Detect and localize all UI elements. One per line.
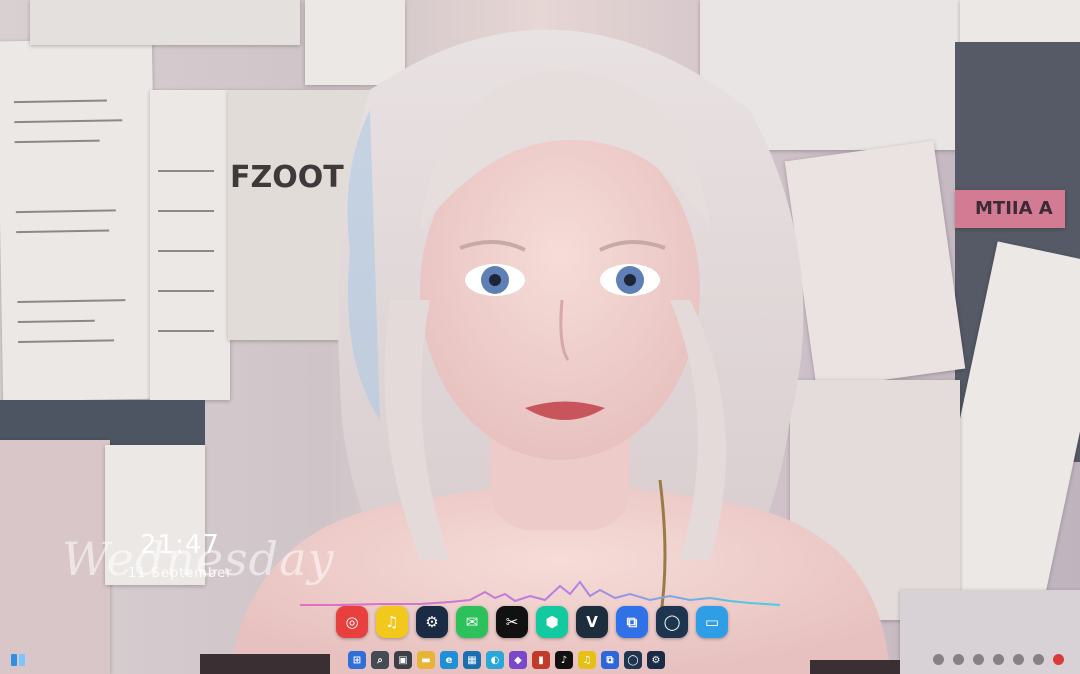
qq-music-icon[interactable]: ♫ [578, 651, 596, 669]
steam-icon[interactable]: ⚙ [416, 606, 448, 638]
poster-text: MTIIA A [975, 198, 1053, 219]
monitor-icon[interactable]: ▭ [696, 606, 728, 638]
taskbar-apps: ⊞ ⌕ ▣ ▬ e ▦ ◐ ◆ ▮ ♪ ♫ ⧉ ◯ ⚙ [348, 651, 665, 669]
mint-app-icon[interactable]: ⬢ [536, 606, 568, 638]
wechat-icon[interactable]: ✉ [456, 606, 488, 638]
app-dock: ◎ ♫ ⚙ ✉ ✂ ⬢ V ⧉ ◯ ▭ [336, 606, 728, 642]
capcut-icon[interactable]: ✂ [496, 606, 528, 638]
tray-notification-icon[interactable] [1053, 654, 1064, 665]
tray-cloud-icon[interactable] [933, 654, 944, 665]
store-icon[interactable]: ▦ [463, 651, 481, 669]
visual-app-icon[interactable]: ◆ [509, 651, 527, 669]
wallpaper-paper [960, 0, 1080, 45]
system-tray [933, 654, 1064, 665]
clock-date: 11 September [128, 566, 233, 581]
tray-battery-icon[interactable] [993, 654, 1004, 665]
browser-icon[interactable]: ◐ [486, 651, 504, 669]
remote-desktop-icon[interactable]: ⧉ [601, 651, 619, 669]
media-app-icon[interactable]: ▮ [532, 651, 550, 669]
edge-icon[interactable]: e [440, 651, 458, 669]
remote-desktop-icon[interactable]: ⧉ [616, 606, 648, 638]
clock-time: 21:47 [140, 530, 220, 560]
audio-visualizer [300, 580, 780, 606]
netease-music-icon[interactable]: ◎ [336, 606, 368, 638]
ring-app-icon[interactable]: ◯ [656, 606, 688, 638]
task-view-icon[interactable]: ▣ [394, 651, 412, 669]
wallpaper-paper [0, 38, 159, 402]
steam-icon[interactable]: ⚙ [647, 651, 665, 669]
widgets-icon[interactable] [10, 652, 26, 668]
tray-app-icon[interactable] [1033, 654, 1044, 665]
tiktok-icon[interactable]: ♪ [555, 651, 573, 669]
qq-music-icon[interactable]: ♫ [376, 606, 408, 638]
tray-app-icon[interactable] [1013, 654, 1024, 665]
ring-app-icon[interactable]: ◯ [624, 651, 642, 669]
tray-network-icon[interactable] [953, 654, 964, 665]
start-icon[interactable]: ⊞ [348, 651, 366, 669]
wallpaper-strip [0, 400, 205, 445]
file-explorer-icon[interactable]: ▬ [417, 651, 435, 669]
tray-volume-icon[interactable] [973, 654, 984, 665]
search-icon[interactable]: ⌕ [371, 651, 389, 669]
taskbar: ⊞ ⌕ ▣ ▬ e ▦ ◐ ◆ ▮ ♪ ♫ ⧉ ◯ ⚙ [0, 646, 1080, 674]
v-app-icon[interactable]: V [576, 606, 608, 638]
